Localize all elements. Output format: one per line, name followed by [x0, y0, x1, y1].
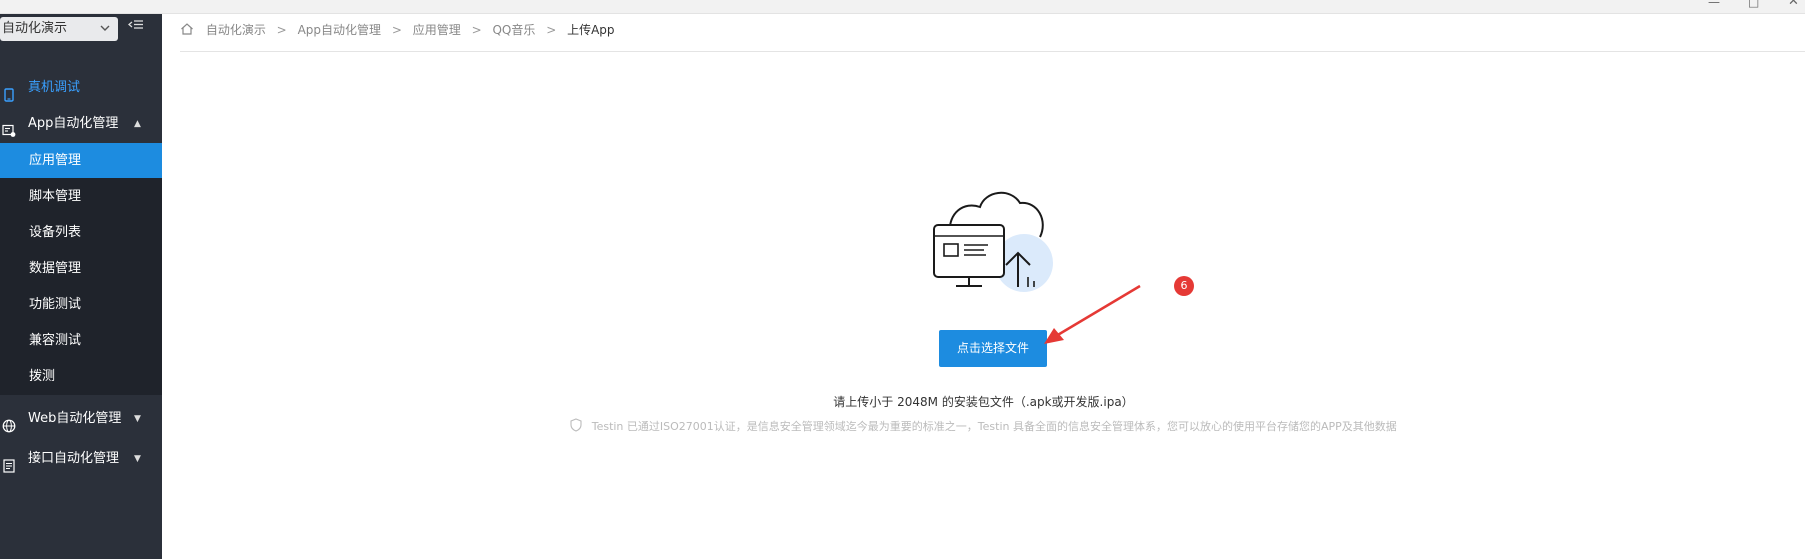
sidebar-item-label: 真机调试 [28, 80, 81, 95]
sidebar-item-device-debug[interactable]: 真机调试 [0, 70, 162, 106]
close-button[interactable]: ✕ [1788, 0, 1799, 8]
sidebar-subitem[interactable]: 兼容测试 [0, 323, 162, 358]
breadcrumb-separator: > [391, 23, 402, 37]
project-select[interactable]: 自动化演示 [0, 17, 118, 41]
breadcrumb-separator: > [546, 23, 557, 37]
sidebar-item-label: App自动化管理 [28, 116, 119, 131]
maximize-button[interactable]: □ [1748, 0, 1759, 8]
certification-text: Testin 已通过ISO27001认证，是信息安全管理领域迄今最为重要的标准之… [591, 420, 1397, 433]
document-icon [2, 452, 16, 473]
submenu-app-automation: 应用管理 脚本管理 设备列表 数据管理 功能测试 兼容测试 拨测 [0, 143, 162, 395]
chevron-down-icon [100, 17, 110, 49]
phone-icon [2, 81, 16, 102]
sidebar-header: 自动化演示 [0, 14, 162, 48]
main-content: 自动化演示 > App自动化管理 > 应用管理 > QQ音乐 > 上传App 点… [162, 14, 1805, 559]
breadcrumb: 自动化演示 > App自动化管理 > 应用管理 > QQ音乐 > 上传App [180, 20, 615, 40]
shield-icon [570, 418, 582, 432]
breadcrumb-separator: > [471, 23, 482, 37]
sidebar-item-label: 接口自动化管理 [28, 451, 120, 466]
breadcrumb-current: 上传App [567, 23, 615, 37]
sidebar-subitem[interactable]: 数据管理 [0, 251, 162, 286]
caret-up-icon: ▲ [134, 119, 141, 129]
minimize-button[interactable]: — [1708, 0, 1720, 8]
app-settings-icon [2, 117, 16, 137]
breadcrumb-item[interactable]: App自动化管理 [298, 23, 381, 37]
sidebar-subitem[interactable]: 设备列表 [0, 215, 162, 250]
caret-down-icon: ▼ [134, 414, 141, 424]
sidebar-subitem[interactable]: 脚本管理 [0, 179, 162, 214]
sidebar-subitem[interactable]: 应用管理 [0, 143, 162, 178]
project-select-value: 自动化演示 [2, 21, 68, 36]
caret-down-icon: ▼ [134, 454, 141, 464]
breadcrumb-separator: > [276, 23, 287, 37]
annotation-badge: 6 [1174, 276, 1194, 296]
sidebar-item-app-automation[interactable]: App自动化管理 ▲ [0, 106, 162, 142]
security-certification-note: Testin 已通过ISO27001认证，是信息安全管理领域迄今最为重要的标准之… [162, 418, 1805, 436]
menu-collapse-icon[interactable] [127, 18, 144, 32]
breadcrumb-divider [180, 51, 1805, 52]
sidebar-item-web-automation[interactable]: Web自动化管理 ▼ [0, 401, 162, 437]
sidebar-subitem[interactable]: 功能测试 [0, 287, 162, 322]
breadcrumb-item[interactable]: 自动化演示 [206, 23, 266, 37]
upload-hint: 请上传小于 2048M 的安装包文件（.apk或开发版.ipa） [833, 395, 1134, 409]
globe-icon [2, 412, 16, 433]
choose-file-button[interactable]: 点击选择文件 [939, 330, 1047, 367]
window-titlebar: — □ ✕ [0, 0, 1805, 14]
sidebar-subitem[interactable]: 拨测 [0, 359, 162, 394]
breadcrumb-item[interactable]: QQ音乐 [492, 23, 535, 37]
breadcrumb-item[interactable]: 应用管理 [413, 23, 461, 37]
annotation-arrow-icon [1044, 284, 1141, 344]
cloud-upload-icon [933, 192, 1053, 292]
sidebar-item-api-automation[interactable]: 接口自动化管理 ▼ [0, 441, 162, 477]
sidebar-item-label: Web自动化管理 [28, 411, 122, 426]
sidebar: 自动化演示 真机调试 App自动化管理 ▲ 应用管理 脚本管理 设备列表 数据管理 功能… [0, 14, 162, 559]
home-icon[interactable] [180, 21, 194, 35]
